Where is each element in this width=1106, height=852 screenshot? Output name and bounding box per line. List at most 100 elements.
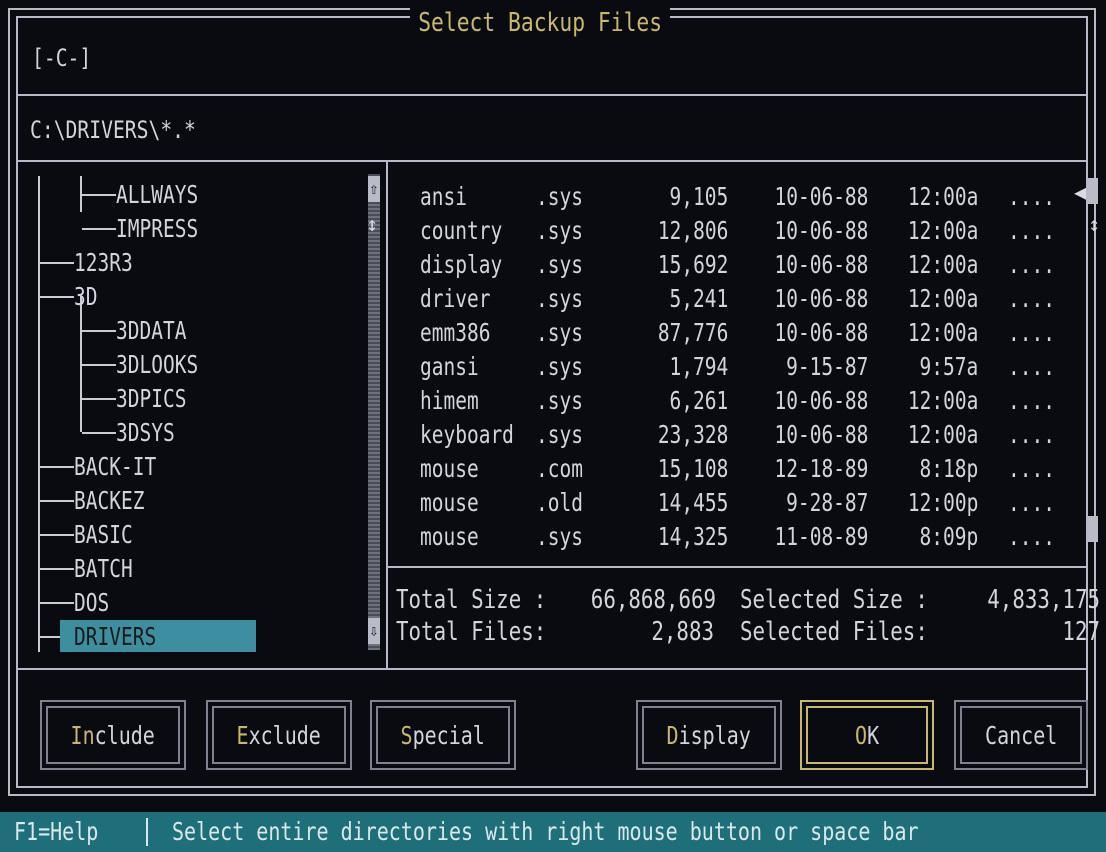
pane-divider	[386, 160, 388, 668]
file-size: 5,241	[669, 284, 728, 313]
file-name: mouse	[420, 488, 479, 517]
file-ext: .sys	[536, 352, 583, 381]
file-scroll-up-icon[interactable]	[1088, 178, 1098, 204]
tree-item-3dlooks[interactable]: 3DLOOKS	[20, 348, 360, 382]
file-ext: .sys	[536, 522, 583, 551]
file-ext: .sys	[536, 216, 583, 245]
file-size: 6,261	[669, 386, 728, 415]
selected-files-value: 127	[1062, 617, 1100, 647]
file-row[interactable]: display .sys 15,692 10-06-88 12:00a....	[390, 248, 1090, 282]
display-button[interactable]: Display	[636, 700, 782, 770]
file-row[interactable]: keyboard .sys 23,328 10-06-88 12:00a....	[390, 418, 1090, 452]
total-size-value: 66,868,669	[590, 585, 717, 615]
file-name: country	[420, 216, 503, 245]
file-size: 9,105	[669, 182, 728, 211]
file-date: 12-18-89	[774, 454, 868, 483]
cancel-button[interactable]: Cancel	[954, 700, 1088, 770]
file-time: 12:00a	[907, 284, 978, 313]
file-date: 10-06-88	[774, 284, 868, 313]
file-row[interactable]: driver .sys 5,241 10-06-88 12:00a....	[390, 282, 1090, 316]
status-message: Select entire directories with right mou…	[172, 817, 919, 846]
divider	[16, 160, 1088, 162]
file-row[interactable]: ansi .sys 9,105 10-06-88 12:00a....	[390, 180, 1090, 214]
file-date: 10-06-88	[774, 216, 868, 245]
divider	[16, 668, 1088, 670]
tree-item-3dsys[interactable]: 3DSYS	[20, 416, 360, 450]
file-name: mouse	[420, 522, 479, 551]
path-field: C:\DRIVERS\*.*	[30, 116, 196, 144]
file-time: 12:00a	[907, 386, 978, 415]
tree-item-impress[interactable]: IMPRESS	[20, 212, 360, 246]
file-attr: ....	[1008, 182, 1055, 211]
file-time: 12:00a	[907, 318, 978, 347]
tree-item-basic[interactable]: BASIC	[20, 518, 360, 552]
tree-item-batch[interactable]: BATCH	[20, 552, 360, 586]
tree-item-allways[interactable]: ALLWAYS	[20, 178, 360, 212]
file-date: 11-08-89	[774, 522, 868, 551]
tree-item-dos[interactable]: DOS	[20, 586, 360, 620]
file-name: himem	[420, 386, 479, 415]
divider	[16, 94, 1088, 96]
file-ext: .old	[536, 488, 583, 517]
dialog-title: Select Backup Files	[410, 8, 671, 38]
tree-scroll-up-icon[interactable]: ⇧	[368, 176, 380, 202]
tree-item-123r3[interactable]: 123R3	[20, 246, 360, 280]
file-scroll-down-icon[interactable]	[1088, 516, 1098, 542]
status-separator	[146, 818, 148, 846]
file-date: 10-06-88	[774, 386, 868, 415]
file-attr: ....	[1008, 352, 1055, 381]
file-size: 87,776	[657, 318, 728, 347]
tree-item-drivers[interactable]: DRIVERS	[20, 620, 360, 654]
file-row[interactable]: country .sys 12,806 10-06-88 12:00a....	[390, 214, 1090, 248]
file-attr: ....	[1008, 318, 1055, 347]
total-files-value: 2,883	[651, 617, 714, 647]
selected-size-label: Selected Size :	[740, 585, 928, 615]
include-button[interactable]: Include	[40, 700, 186, 770]
special-button[interactable]: Special	[370, 700, 516, 770]
total-files-label: Total Files:	[396, 617, 547, 647]
tree-item-backez[interactable]: BACKEZ	[20, 484, 360, 518]
file-name: gansi	[420, 352, 479, 381]
file-attr: ....	[1008, 488, 1055, 517]
file-size: 15,108	[657, 454, 728, 483]
exclude-button[interactable]: Exclude	[206, 700, 352, 770]
file-time: 12:00a	[907, 182, 978, 211]
tree-item-3d[interactable]: 3D	[20, 280, 360, 314]
help-hint[interactable]: F1=Help	[14, 816, 98, 848]
file-ext: .sys	[536, 386, 583, 415]
file-ext: .sys	[536, 182, 583, 211]
file-row[interactable]: himem .sys 6,261 10-06-88 12:00a....	[390, 384, 1090, 418]
tree-item-3ddata[interactable]: 3DDATA	[20, 314, 360, 348]
tree-scrollbar[interactable]	[368, 174, 380, 650]
tree-item-back-it[interactable]: BACK-IT	[20, 450, 360, 484]
file-list[interactable]: ansi .sys 9,105 10-06-88 12:00a.... country .s…	[390, 180, 1080, 560]
file-time: 12:00a	[907, 420, 978, 449]
file-attr: ....	[1008, 216, 1055, 245]
file-row[interactable]: mouse .com 15,108 12-18-89 8:18p....	[390, 452, 1090, 486]
file-attr: ....	[1008, 522, 1055, 551]
ok-button[interactable]: OK	[800, 700, 934, 770]
backup-screen: Select Backup Files [-C-] C:\DRIVERS\*.*…	[0, 0, 1106, 852]
file-size: 1,794	[669, 352, 728, 381]
file-date: 10-06-88	[774, 318, 868, 347]
file-size: 15,692	[657, 250, 728, 279]
file-name: mouse	[420, 454, 479, 483]
file-row[interactable]: mouse .old 14,455 9-28-87 12:00p....	[390, 486, 1090, 520]
file-attr: ....	[1008, 454, 1055, 483]
file-row[interactable]: gansi .sys 1,794 9-15-87 9:57a....	[390, 350, 1090, 384]
drive-selector[interactable]: [-C-]	[32, 44, 91, 72]
tree-scroll-down-icon[interactable]: ⇩	[368, 618, 380, 644]
file-time: 8:09p	[919, 522, 978, 551]
file-name: display	[420, 250, 503, 279]
file-time: 12:00a	[907, 250, 978, 279]
file-row[interactable]: mouse .sys 14,325 11-08-89 8:09p....	[390, 520, 1090, 554]
tree-item-3dpics[interactable]: 3DPICS	[20, 382, 360, 416]
file-scroll-updown-icon: ↕	[1088, 212, 1101, 236]
file-scroll-left-icon[interactable]: ◀	[1074, 180, 1086, 204]
file-name: emm386	[420, 318, 491, 347]
file-ext: .sys	[536, 284, 583, 313]
file-attr: ....	[1008, 386, 1055, 415]
file-row[interactable]: emm386 .sys 87,776 10-06-88 12:00a....	[390, 316, 1090, 350]
status-bar: F1=Help Select entire directories with r…	[0, 812, 1106, 852]
file-date: 10-06-88	[774, 420, 868, 449]
